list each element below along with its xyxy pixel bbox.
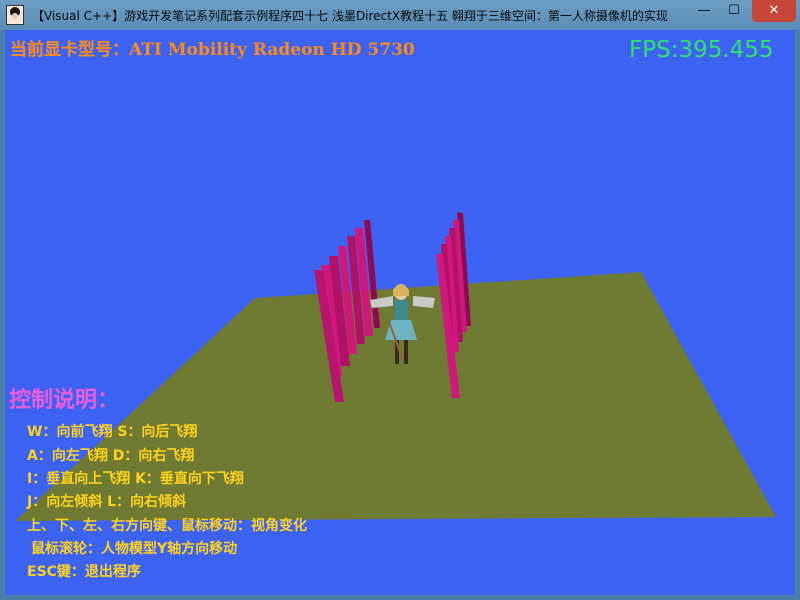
app-icon[interactable] [6, 5, 24, 25]
render-viewport[interactable]: 当前显卡型号：ATI Mobility Radeon HD 5730 FPS:3… [5, 30, 795, 595]
maximize-button[interactable]: ☐ [720, 0, 748, 22]
close-button[interactable]: ✕ [752, 0, 796, 22]
controls-line: 上、下、左、右方向键、鼠标移动：视角变化 [27, 518, 307, 534]
window-title: 【Visual C++】游戏开发笔记系列配套示例程序四十七 浅墨DirectX教… [32, 9, 668, 23]
controls-line: ESC键：退出程序 [27, 564, 141, 580]
controls-line: A：向左飞翔 D：向右飞翔 [27, 448, 195, 464]
controls-title: 控制说明： [9, 388, 120, 413]
controls-line: J：向左倾斜 L：向右倾斜 [27, 494, 187, 510]
fps-counter: FPS:395.455 [629, 37, 774, 63]
title-bar[interactable]: 【Visual C++】游戏开发笔记系列配套示例程序四十七 浅墨DirectX教… [0, 0, 800, 30]
character-body [394, 300, 408, 322]
app-window: 【Visual C++】游戏开发笔记系列配套示例程序四十七 浅墨DirectX教… [0, 0, 800, 600]
minimize-button[interactable]: — [690, 0, 718, 22]
character-wings [413, 296, 435, 308]
controls-line: W：向前飞翔 S：向后飞翔 [27, 424, 198, 440]
character-hair [393, 284, 409, 296]
controls-line: I：垂直向上飞翔 K：垂直向下飞翔 [27, 471, 244, 487]
controls-line: 鼠标滚轮：人物模型Y轴方向移动 [31, 541, 238, 557]
gpu-label: 当前显卡型号：ATI Mobility Radeon HD 5730 [10, 40, 415, 60]
character-leg [404, 340, 408, 364]
